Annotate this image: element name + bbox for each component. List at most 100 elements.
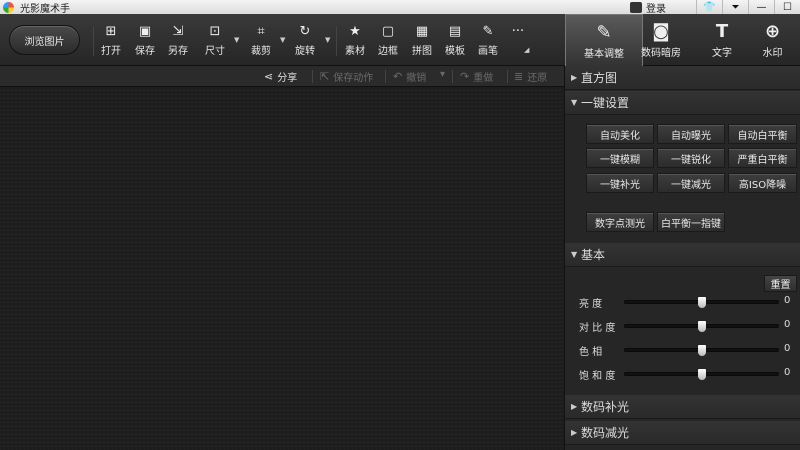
tab-label: 文字 (712, 48, 732, 59)
high-iso-denoise-button[interactable]: 高ISO降噪 (728, 173, 797, 193)
skin-button[interactable]: 👕 (696, 0, 722, 14)
slider-thumb[interactable] (697, 345, 706, 356)
undo-button[interactable]: ↶ 撤销 (393, 69, 426, 84)
action-divider (312, 70, 313, 83)
template-icon: ▤ (448, 23, 462, 39)
login-label: 登录 (646, 3, 666, 15)
collapsed-arrow-icon: ▶ (571, 428, 578, 437)
tool-rotate[interactable]: ↻ 旋转 (290, 24, 320, 60)
action-bar: ⋖ 分享 ⇱ 保存动作 ↶ 撤销 ▾ ↷ 重做 ≣ 还原 (0, 66, 564, 87)
histogram-section-header[interactable]: ▶ 直方图 (565, 66, 800, 90)
tool-save-as[interactable]: ⇲ 另存 (163, 24, 193, 60)
hue-slider[interactable] (624, 345, 779, 356)
minimize-button[interactable]: — (748, 0, 774, 14)
auto-exposure-button[interactable]: 自动曝光 (657, 124, 725, 144)
save-action-button[interactable]: ⇱ 保存动作 (320, 69, 373, 84)
slider-value: 0 (784, 295, 791, 306)
auto-white-balance-button[interactable]: 自动白平衡 (728, 124, 797, 144)
tool-save[interactable]: ▣ 保存 (130, 24, 160, 60)
tool-open[interactable]: ⊞ 打开 (96, 24, 126, 60)
app-title: 光影魔术手 (20, 3, 70, 15)
tool-template[interactable]: ▤ 模板 (440, 24, 470, 60)
save-icon: ▣ (138, 23, 152, 39)
material-icon: ★ (349, 23, 361, 39)
app-logo-icon (3, 1, 14, 13)
tab-label: 基本调整 (584, 49, 624, 60)
tool-brush[interactable]: ✎ 画笔 (473, 24, 503, 60)
slider-value: 0 (784, 343, 791, 354)
tool-crop[interactable]: ⌗ 裁剪 (246, 24, 276, 60)
tool-label: 另存 (168, 46, 188, 57)
open-image-icon: ⊞ (105, 23, 117, 39)
basic-section-header[interactable]: ▼ 基本 (565, 243, 800, 267)
watermark-icon: ⊕ (764, 20, 781, 42)
title-bar: 光影魔术手 登录 👕 ⏷ — ☐ (0, 0, 800, 15)
collage-icon: ▦ (415, 23, 429, 39)
hue-slider-row: 色 相 0 (565, 343, 800, 358)
saturation-slider[interactable] (624, 369, 779, 380)
tool-border[interactable]: ▢ 边框 (373, 24, 403, 60)
one-click-section-header[interactable]: ▼ 一键设置 (565, 91, 800, 115)
digital-reduce-light-section-header[interactable]: ▶ 数码减光 (565, 421, 800, 445)
reset-button[interactable]: 重置 (764, 275, 797, 292)
one-click-fill-light-button[interactable]: 一键补光 (586, 173, 654, 193)
undo-dropdown-icon[interactable]: ▾ (440, 69, 445, 80)
tool-resize[interactable]: ⊡ 尺寸 (200, 24, 230, 60)
digital-fill-light-title: 数码补光 (581, 400, 630, 414)
brightness-slider-row: 亮 度 0 (565, 295, 800, 310)
tool-more[interactable]: ··· (503, 24, 533, 60)
spot-metering-button[interactable]: 数字点测光 (586, 212, 654, 232)
tool-label: 保存 (135, 46, 155, 57)
white-balance-picker-button[interactable]: 白平衡一指键 (657, 212, 725, 232)
one-click-sharpen-button[interactable]: 一键锐化 (657, 148, 725, 168)
tool-label: 打开 (101, 46, 121, 57)
image-canvas[interactable] (0, 87, 564, 450)
redo-button[interactable]: ↷ 重做 (460, 69, 493, 84)
tool-collage[interactable]: ▦ 拼图 (407, 24, 437, 60)
resize-icon: ⊡ (209, 23, 221, 39)
tab-watermark[interactable]: ⊕ 水印 (745, 14, 800, 66)
restore-icon: ≣ (514, 70, 524, 83)
menu-dropdown-button[interactable]: ⏷ (722, 0, 748, 14)
slider-thumb[interactable] (697, 297, 706, 308)
resize-dropdown-icon[interactable]: ▼ (234, 36, 239, 44)
toolbar-divider (336, 26, 337, 56)
slider-label: 对 比 度 (579, 323, 616, 334)
darkroom-icon: ◙ (652, 20, 670, 42)
text-icon: T (715, 20, 729, 42)
one-click-reduce-light-button[interactable]: 一键减光 (657, 173, 725, 193)
contrast-slider[interactable] (624, 321, 779, 332)
slider-label: 饱 和 度 (579, 371, 616, 382)
slider-thumb[interactable] (697, 369, 706, 380)
one-click-blur-button[interactable]: 一键模糊 (586, 148, 654, 168)
browse-images-button[interactable]: 浏览图片 (9, 25, 80, 55)
severe-white-balance-button[interactable]: 严重白平衡 (728, 148, 797, 168)
tab-label: 水印 (762, 48, 783, 59)
action-divider (507, 70, 508, 83)
slider-thumb[interactable] (697, 321, 706, 332)
save-action-icon: ⇱ (320, 70, 330, 83)
tool-label: 尺寸 (205, 46, 225, 57)
digital-reduce-light-title: 数码减光 (581, 426, 630, 440)
rotate-dropdown-icon[interactable]: ▼ (325, 36, 330, 44)
restore-button[interactable]: ≣ 还原 (514, 69, 547, 84)
expand-corner-icon[interactable]: ◢ (524, 46, 529, 54)
tool-material[interactable]: ★ 素材 (340, 24, 370, 60)
slider-value: 0 (784, 367, 791, 378)
rotate-icon: ↻ (299, 23, 311, 39)
tool-label: 旋转 (295, 46, 315, 57)
digital-fill-light-section-header[interactable]: ▶ 数码补光 (565, 395, 800, 419)
share-button[interactable]: ⋖ 分享 (264, 69, 297, 84)
adjust-panel: ▶ 直方图 ▼ 一键设置 自动美化 自动曝光 自动白平衡 一键模糊 一键锐化 严… (564, 66, 800, 450)
slider-label: 色 相 (579, 347, 603, 358)
action-divider (452, 70, 453, 83)
brightness-slider[interactable] (624, 297, 779, 308)
crop-dropdown-icon[interactable]: ▼ (280, 36, 285, 44)
tab-label: 数码暗房 (641, 48, 681, 59)
login-button[interactable]: 登录 (630, 0, 666, 15)
undo-label: 撤销 (406, 73, 427, 84)
maximize-button[interactable]: ☐ (774, 0, 800, 14)
undo-icon: ↶ (393, 70, 403, 83)
auto-beautify-button[interactable]: 自动美化 (586, 124, 654, 144)
tool-label: 边框 (378, 46, 398, 57)
